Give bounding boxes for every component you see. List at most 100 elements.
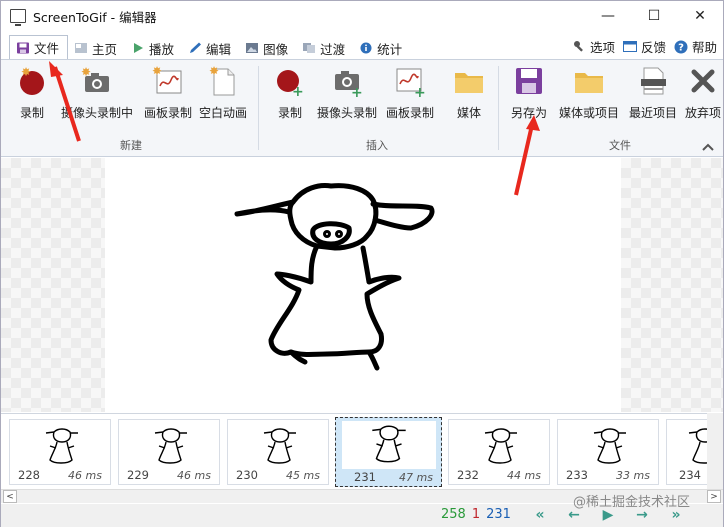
svg-text:✸: ✸ — [81, 65, 91, 79]
play-icon — [134, 43, 144, 53]
scroll-right-arrow-icon[interactable]: > — [707, 490, 721, 503]
group-label-new: 新建 — [120, 139, 142, 152]
new-webcam-record-button[interactable]: ✸ 摄像头录制中 — [61, 64, 133, 121]
frame-number: 234 — [679, 468, 701, 482]
total-frames-count: 258 — [441, 507, 466, 522]
wrench-icon — [573, 41, 583, 52]
feedback-button[interactable]: 反馈 — [622, 37, 666, 56]
frame-preview-image — [580, 424, 640, 470]
monitor-icon — [10, 9, 26, 26]
camera-plus-icon: + — [335, 71, 363, 98]
discard-project-button[interactable]: 放弃项 — [685, 64, 721, 121]
tab-edit[interactable]: 编辑 — [182, 37, 239, 59]
record-icon: ✸ — [20, 65, 44, 95]
group-divider — [258, 66, 259, 150]
frame-thumbnail[interactable]: 234 — [666, 419, 708, 485]
frame-thumbnail[interactable]: 228 46 ms — [9, 419, 111, 485]
frame-number: 233 — [566, 468, 588, 482]
frame-preview-image — [342, 421, 436, 469]
svg-text:+: + — [414, 85, 426, 98]
board-plus-icon: + — [396, 68, 426, 98]
title-bar: ScreenToGif - 编辑器 — ☐ ✕ — [1, 1, 723, 31]
save-icon — [17, 42, 29, 53]
frame-preview-image — [675, 424, 707, 470]
watermark: @稀土掘金技术社区 — [573, 495, 691, 510]
collapse-ribbon-chevron-icon[interactable] — [701, 142, 715, 152]
frame-delay: 46 ms — [68, 469, 102, 482]
tab-label: 编辑 — [206, 41, 232, 57]
frame-canvas — [1, 158, 723, 412]
blank-page-icon: ✸ — [209, 64, 235, 96]
frame-thumbnail-selected[interactable]: 231 47 ms — [335, 417, 442, 487]
first-frame-icon[interactable]: « — [529, 506, 551, 524]
pig-drawing — [234, 183, 435, 371]
insert-webcam-record-button[interactable]: + 摄像头录制 — [317, 64, 377, 121]
svg-text:✸: ✸ — [209, 64, 219, 78]
frame-thumbnail[interactable]: 233 33 ms — [557, 419, 659, 485]
frame-preview-image — [141, 424, 201, 470]
svg-text:✸: ✸ — [21, 65, 31, 79]
frame-number: 228 — [18, 468, 40, 482]
frame-preview-image — [250, 424, 310, 470]
insert-board-record-button[interactable]: + 画板录制 — [386, 64, 434, 121]
frame-filmstrip: 228 46 ms 229 46 ms 230 45 ms 231 47 ms … — [1, 413, 723, 489]
home-icon — [75, 43, 88, 53]
options-button[interactable]: 选项 — [573, 37, 615, 56]
new-blank-animation-button[interactable]: ✸ 空白动画 — [199, 64, 247, 121]
tab-statistics[interactable]: 统计 — [353, 37, 410, 59]
tab-image[interactable]: 图像 — [239, 37, 296, 59]
tab-label: 过渡 — [320, 41, 346, 57]
new-board-record-button[interactable]: ✸ 画板录制 — [144, 64, 192, 121]
selected-frames-count: 1 — [471, 507, 481, 522]
frame-delay: 44 ms — [507, 469, 541, 482]
board-icon: ✸ — [152, 64, 182, 94]
recent-projects-icon — [641, 67, 666, 95]
group-divider — [498, 66, 499, 150]
tab-home[interactable]: 主页 — [68, 37, 125, 59]
tab-label: 主页 — [92, 41, 118, 57]
recent-projects-button[interactable]: 最近项目 — [629, 64, 677, 121]
frame-thumbnail[interactable]: 232 44 ms — [448, 419, 550, 485]
open-folder-icon — [575, 73, 603, 93]
frame-number: 232 — [457, 468, 479, 482]
group-label-insert: 插入 — [366, 139, 388, 152]
insert-record-button[interactable]: + 录制 — [273, 64, 307, 121]
frame-number: 230 — [236, 468, 258, 482]
new-record-button[interactable]: ✸ 录制 — [15, 64, 49, 121]
frame-preview-image — [471, 424, 531, 470]
info-icon — [360, 42, 372, 54]
svg-text:?: ? — [678, 42, 684, 53]
camera-icon: ✸ — [81, 65, 109, 92]
filmstrip-vertical-scrollbar[interactable] — [707, 413, 723, 489]
insert-media-button[interactable]: 媒体 — [452, 64, 486, 121]
help-button[interactable]: ? 帮助 — [674, 37, 717, 56]
current-frame-image — [105, 158, 621, 412]
minimize-button[interactable]: — — [585, 1, 631, 31]
frame-delay: 33 ms — [616, 469, 650, 482]
frame-delay: 47 ms — [399, 471, 433, 484]
tab-transition[interactable]: 过渡 — [296, 37, 353, 59]
frame-preview-image — [32, 424, 92, 470]
record-plus-icon: + — [277, 70, 304, 98]
frame-delay: 46 ms — [177, 469, 211, 482]
close-button[interactable]: ✕ — [677, 1, 723, 31]
scroll-left-arrow-icon[interactable]: < — [3, 490, 17, 503]
svg-text:+: + — [351, 85, 363, 98]
transition-icon — [303, 43, 316, 53]
tab-file[interactable]: 文件 — [9, 35, 69, 59]
current-frame-index: 231 — [486, 507, 511, 522]
pencil-icon — [190, 42, 202, 53]
tab-label: 文件 — [34, 41, 60, 56]
tab-label: 图像 — [263, 41, 289, 57]
maximize-button[interactable]: ☐ — [631, 1, 677, 31]
ribbon: ✸ 录制 ✸ 摄像头录制中 ✸ 画板录制 ✸ 空白动画 新建 + 录制 + 摄像… — [1, 59, 723, 157]
frame-thumbnail[interactable]: 229 46 ms — [118, 419, 220, 485]
tab-play[interactable]: 播放 — [125, 37, 182, 59]
folder-icon — [455, 73, 483, 93]
save-as-icon — [516, 68, 542, 94]
media-or-project-button[interactable]: 媒体或项目 — [559, 64, 619, 121]
svg-text:✸: ✸ — [152, 64, 162, 78]
frame-thumbnail[interactable]: 230 45 ms — [227, 419, 329, 485]
frame-number: 229 — [127, 468, 149, 482]
save-as-button[interactable]: 另存为 — [511, 64, 547, 121]
